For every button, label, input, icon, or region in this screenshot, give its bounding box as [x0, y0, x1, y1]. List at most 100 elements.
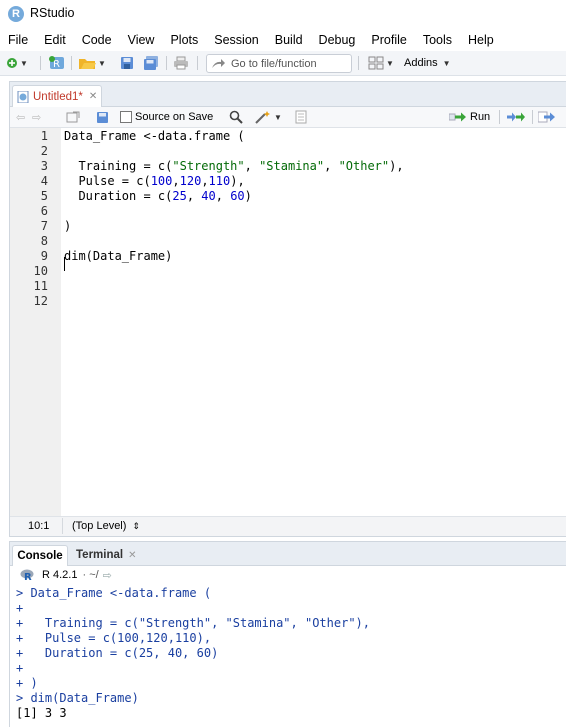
source-on-save-toggle[interactable]: Source on Save [120, 109, 213, 125]
new-file-button[interactable]: ▼ [6, 55, 28, 71]
editor-status-bar: 10:1 (Top Level) ⇕ [10, 516, 566, 536]
r-script-icon [17, 90, 29, 103]
new-project-button[interactable]: R [48, 55, 66, 71]
code-token: , [201, 174, 209, 188]
goto-file-function-input[interactable]: Go to file/function [206, 54, 352, 73]
rerun-icon [507, 112, 525, 122]
console-result-line: [1] 3 3 [16, 706, 67, 720]
code-tools-button[interactable]: ▼ [254, 109, 282, 125]
tab-terminal[interactable]: Terminal ✕ [76, 545, 136, 565]
menu-code[interactable]: Code [74, 30, 120, 50]
folder-open-icon [79, 59, 96, 69]
chevron-down-icon: ▼ [442, 58, 451, 68]
editor-toolbar: ⇦ ⇨ Source on Save ▼ Run [10, 107, 566, 128]
find-replace-button[interactable] [229, 109, 243, 125]
editor-save-button[interactable] [96, 109, 109, 125]
goto-placeholder: Go to file/function [231, 57, 317, 70]
compile-report-button[interactable] [295, 109, 307, 125]
code-token: ), [389, 159, 404, 173]
console-input-line: + [16, 601, 24, 615]
code-line: Data_Frame <-data.frame ( [64, 129, 245, 144]
run-arrow-icon [449, 112, 466, 122]
source-on-save-checkbox[interactable] [120, 111, 132, 123]
menu-help[interactable]: Help [460, 30, 502, 50]
console-input-line: + Pulse = c(100,120,110), [16, 631, 212, 645]
number-token: 60 [230, 189, 245, 203]
tab-untitled1[interactable]: Untitled1* ✕ [12, 85, 102, 107]
line-number: 9 [40, 249, 48, 263]
code-token: , [172, 174, 180, 188]
tab-label: Untitled1* [33, 90, 83, 103]
line-number: 6 [40, 204, 48, 218]
show-in-window-button[interactable] [66, 109, 80, 125]
rstudio-logo-icon: R [8, 6, 24, 22]
title-bar: R RStudio [0, 0, 566, 28]
print-button[interactable] [173, 55, 189, 71]
menu-build[interactable]: Build [267, 30, 311, 50]
console-output[interactable]: > Data_Frame <-data.frame (+ + Training =… [10, 584, 566, 727]
line-number: 11 [33, 279, 48, 293]
menu-debug[interactable]: Debug [311, 30, 364, 50]
addins-label: Addins [404, 57, 438, 69]
line-number: 12 [33, 294, 48, 308]
source-icon [538, 111, 555, 123]
menu-session[interactable]: Session [206, 30, 266, 50]
console-input-line: > Data_Frame <-data.frame ( [16, 586, 212, 600]
updown-icon: ⇕ [132, 521, 141, 531]
new-file-icon [7, 58, 17, 68]
menu-tools[interactable]: Tools [415, 30, 460, 50]
menu-edit[interactable]: Edit [36, 30, 74, 50]
tab-console[interactable]: Console [12, 545, 68, 566]
chevron-down-icon: ▼ [20, 58, 28, 68]
source-on-save-label: Source on Save [135, 111, 214, 123]
code-token: ) [64, 219, 72, 233]
menu-file[interactable]: File [0, 30, 36, 50]
r-version: R 4.2.1 [42, 569, 78, 581]
save-icon [97, 111, 108, 123]
close-icon[interactable]: ✕ [89, 91, 97, 102]
grid-icon [368, 56, 384, 70]
line-number: 2 [40, 144, 48, 158]
tab-console-label: Console [17, 550, 63, 562]
menu-plots[interactable]: Plots [162, 30, 206, 50]
string-token: "Stamina" [259, 159, 325, 173]
menu-profile[interactable]: Profile [363, 30, 414, 50]
code-token: , [244, 159, 260, 173]
run-button[interactable]: Run [449, 109, 490, 125]
scope-selector[interactable]: (Top Level) ⇕ [72, 520, 140, 532]
rerun-button[interactable] [506, 109, 526, 125]
addins-menu-button[interactable]: Addins ▼ [404, 55, 451, 71]
back-arrow-icon[interactable]: ⇦ [16, 109, 25, 125]
menu-bar: File Edit Code View Plots Session Build Debug Pr… [0, 30, 566, 50]
search-icon [229, 110, 243, 124]
string-token: "Other" [338, 159, 390, 173]
grid-layout-button[interactable]: ▼ [368, 55, 394, 71]
working-directory: · ~/ [82, 569, 99, 581]
save-all-button[interactable] [143, 55, 159, 71]
window-title: RStudio [30, 6, 75, 20]
code-token: ), [230, 174, 245, 188]
run-label: Run [470, 111, 491, 123]
new-project-icon: R [49, 56, 64, 70]
save-all-icon [144, 56, 158, 70]
code-token: , [215, 189, 231, 203]
menu-view[interactable]: View [120, 30, 163, 50]
magic-wand-icon [255, 111, 270, 124]
code-token: Pulse = c( [64, 174, 151, 188]
go-to-directory-icon[interactable]: ⇨ [103, 569, 112, 582]
source-button[interactable] [538, 109, 558, 125]
line-number: 8 [40, 234, 48, 248]
string-token: "Strength" [172, 159, 245, 173]
number-token: 40 [201, 189, 216, 203]
code-line: Pulse = c(100,120,110), [64, 174, 245, 189]
close-icon[interactable]: ✕ [128, 550, 136, 561]
open-file-button[interactable]: ▼ [78, 55, 106, 71]
chevron-down-icon: ▼ [386, 58, 394, 68]
code-line: ) [64, 219, 71, 234]
source-editor-pane: Untitled1* ✕ ⇦ ⇨ Source on Save ▼ Run 1 … [9, 81, 566, 537]
console-input-line: + [16, 661, 24, 675]
save-button[interactable] [120, 55, 134, 71]
code-area[interactable]: Data_Frame <-data.frame ( Training = c("… [64, 128, 566, 516]
main-toolbar: ▼ R ▼ Go to file/function ▼ Addins ▼ [0, 51, 566, 76]
forward-arrow-icon[interactable]: ⇨ [32, 109, 41, 125]
